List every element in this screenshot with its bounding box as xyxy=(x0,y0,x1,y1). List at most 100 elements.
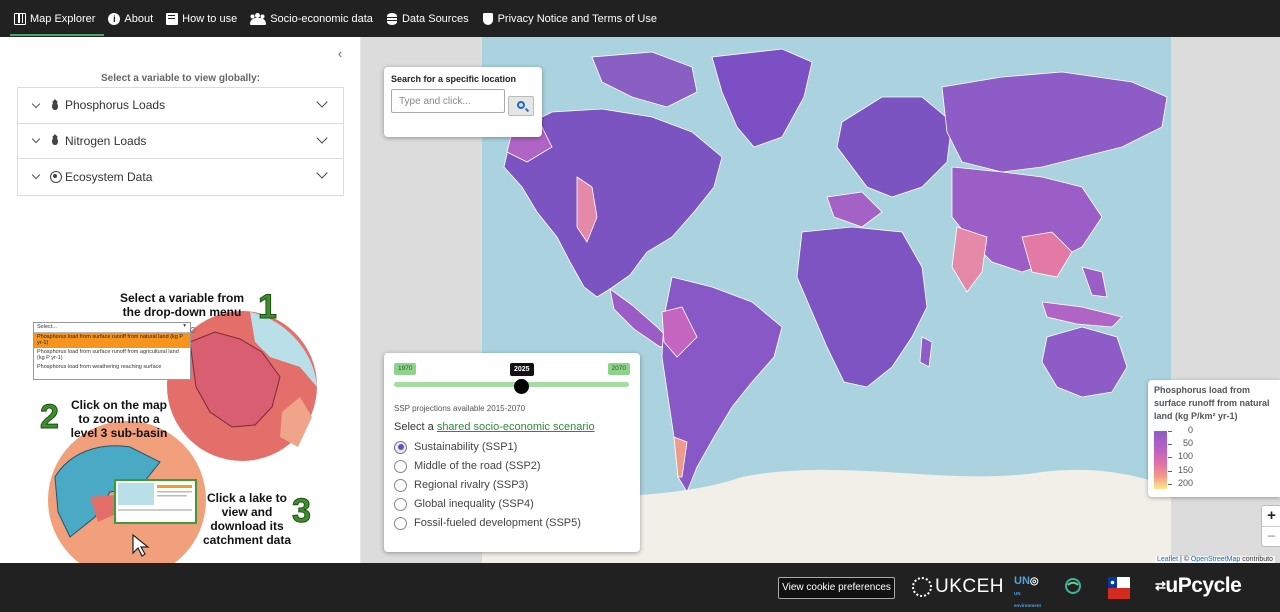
chile-flag-logo[interactable] xyxy=(1108,577,1130,599)
cookie-preferences-button[interactable]: View cookie preferences xyxy=(778,577,895,599)
year-slider-handle[interactable] xyxy=(514,379,529,394)
un-environment-logo[interactable]: UN◎ UN environment xyxy=(1014,576,1042,609)
step1-text: Select a variable from the drop-down men… xyxy=(119,291,245,319)
step1-number: 1 xyxy=(258,288,278,326)
ukceh-logo-text: UKCEH xyxy=(935,576,1005,597)
sidebar: ‹ Select a variable to view globally: Ph… xyxy=(0,37,361,563)
chevron-down-icon xyxy=(317,99,327,109)
year-slider-track[interactable] xyxy=(394,382,629,387)
info-icon xyxy=(190,327,196,333)
arctic-islands-region[interactable] xyxy=(591,51,698,108)
north-asia-region[interactable] xyxy=(941,71,1168,173)
radio-ssp1[interactable]: Sustainability (SSP1) xyxy=(394,439,517,455)
nav-about[interactable]: i About xyxy=(104,0,162,37)
year-max-badge: 2070 xyxy=(607,363,630,375)
info-icon: i xyxy=(108,12,121,25)
legend-title: Phosphorus load from surface runoff from… xyxy=(1154,385,1270,421)
radio-ssp3[interactable]: Regional rivalry (SSP3) xyxy=(394,477,528,493)
top-navigation: Map Explorer i About How to use Socio-ec… xyxy=(0,0,1280,37)
zoom-out-button[interactable]: − xyxy=(1262,526,1280,546)
attribution-suffix: contributo xyxy=(1240,556,1273,563)
europe-region[interactable] xyxy=(836,96,953,198)
map-legend: Phosphorus load from surface runoff from… xyxy=(1148,380,1280,497)
gef-logo[interactable] xyxy=(1064,577,1082,597)
nav-privacy-notice[interactable]: Privacy Notice and Terms of Use xyxy=(478,0,666,37)
chevron-down-icon xyxy=(32,136,41,145)
legend-tick xyxy=(1168,457,1172,458)
example-dropdown-head: Select... ▾ xyxy=(34,323,190,333)
india-region[interactable] xyxy=(951,226,988,293)
madagascar-region[interactable] xyxy=(919,336,933,368)
radio-button[interactable] xyxy=(394,459,407,473)
collapse-sidebar-button[interactable]: ‹ xyxy=(333,46,347,62)
example-dropdown-option: Phosphorus load from weathering reaching… xyxy=(37,364,162,370)
leaflet-link[interactable]: Leaflet xyxy=(1157,556,1178,563)
upcycle-logo[interactable]: ⇄uPcycle xyxy=(1155,574,1242,598)
inset-map xyxy=(118,483,154,505)
accordion-label: Phosphorus Loads xyxy=(65,98,166,113)
legend-tick xyxy=(1168,444,1172,445)
step2-number: 2 xyxy=(40,398,60,436)
ssp-info-link[interactable]: shared socio-economic scenario xyxy=(437,421,595,433)
radio-label: Middle of the road (SSP2) xyxy=(414,460,541,472)
legend-color-ramp xyxy=(1154,431,1167,489)
australia-region[interactable] xyxy=(1041,326,1128,398)
greenland-region[interactable] xyxy=(711,48,813,148)
upcycle-logo-text: uPcycle xyxy=(1165,574,1242,597)
philippines-region[interactable] xyxy=(1081,266,1108,298)
radio-button[interactable] xyxy=(394,440,407,454)
ukceh-logo[interactable]: UKCEH xyxy=(912,575,1004,599)
zoom-control: + − xyxy=(1261,505,1280,547)
southern-europe-region[interactable] xyxy=(826,191,883,228)
radio-ssp4[interactable]: Global inequality (SSP4) xyxy=(394,496,534,512)
nav-label: Privacy Notice and Terms of Use xyxy=(497,12,657,25)
year-min-badge: 1970 xyxy=(394,363,417,375)
legend-label: 100 xyxy=(1177,451,1193,461)
nav-label: Data Sources xyxy=(401,12,469,25)
legend-tick xyxy=(1168,484,1172,485)
indonesia-region[interactable] xyxy=(1041,301,1123,328)
nav-label: How to use xyxy=(182,12,238,25)
openstreetmap-link[interactable]: OpenStreetMap xyxy=(1191,556,1240,563)
nav-how-to-use[interactable]: How to use xyxy=(162,0,246,37)
example-dropdown-placeholder: Select... xyxy=(37,324,57,330)
example-dropdown-option: Phosphorus load from surface runoff from… xyxy=(34,333,190,348)
droplet-icon xyxy=(50,135,60,146)
radio-ssp2[interactable]: Middle of the road (SSP2) xyxy=(394,458,541,474)
scenario-panel: 1970 2025 2070 SSP projections available… xyxy=(384,353,640,552)
africa-region[interactable] xyxy=(796,226,928,388)
location-search-input[interactable] xyxy=(391,89,505,113)
radio-label: Sustainability (SSP1) xyxy=(414,441,518,453)
radio-button[interactable] xyxy=(394,478,407,492)
inset-bar xyxy=(157,485,192,488)
legend-label: 150 xyxy=(1177,465,1193,475)
nav-socio-economic-data[interactable]: Socio-economic data xyxy=(246,0,382,37)
radio-ssp5[interactable]: Fossil-fueled development (SSP5) xyxy=(394,515,581,531)
location-search-panel: Search for a specific location xyxy=(384,67,542,137)
scenario-select-text: Select a shared socio-economic scenario xyxy=(394,421,595,433)
example-dropdown: Select... ▾ Phosphorus load from surface… xyxy=(33,322,191,380)
example-dropdown-option: Phosphorus load from surface runoff from… xyxy=(37,349,179,361)
nav-data-sources[interactable]: Data Sources xyxy=(382,0,478,37)
accordion-phosphorus-loads[interactable]: Phosphorus Loads xyxy=(18,88,343,124)
radio-button[interactable] xyxy=(394,516,407,530)
legend-tick xyxy=(1168,471,1172,472)
chevron-down-icon xyxy=(317,135,327,145)
chevron-down-icon xyxy=(32,172,41,181)
step3-text: Click a lake to view and download its ca… xyxy=(202,491,292,547)
nav-map-explorer[interactable]: Map Explorer xyxy=(10,0,105,37)
search-label: Search for a specific location xyxy=(391,74,517,84)
nav-label: About xyxy=(124,12,154,25)
attribution-separator: | © xyxy=(1178,556,1191,563)
search-button[interactable] xyxy=(508,96,534,116)
how-to-instructions-graphic: Select a variable from the drop-down men… xyxy=(0,247,361,563)
book-icon xyxy=(166,12,179,25)
accordion-nitrogen-loads[interactable]: Nitrogen Loads xyxy=(18,124,343,159)
radio-button[interactable] xyxy=(394,497,407,511)
accordion-ecosystem-data[interactable]: Ecosystem Data xyxy=(18,159,343,195)
ssp-availability-note: SSP projections available 2015-2070 xyxy=(394,404,526,413)
chevron-down-icon xyxy=(317,170,327,180)
zoom-in-button[interactable]: + xyxy=(1262,506,1280,526)
legend-label: 0 xyxy=(1187,425,1193,435)
footer: View cookie preferences UKCEH UN◎ UN envi… xyxy=(0,563,1280,612)
